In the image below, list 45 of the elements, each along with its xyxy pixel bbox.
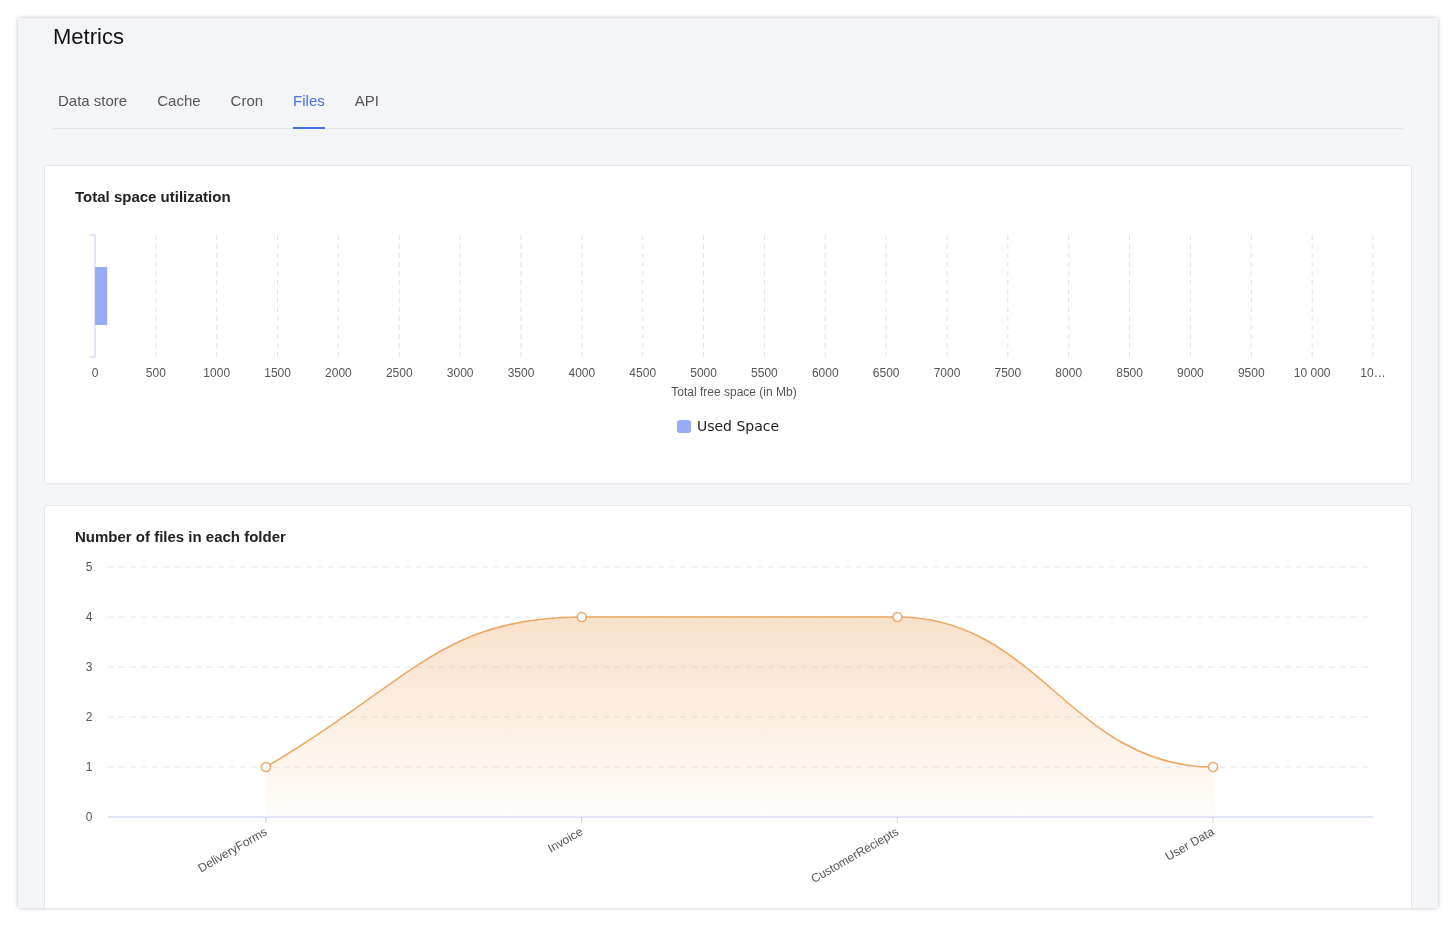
axis-tick-label: 4500 xyxy=(629,365,657,380)
axis-tick-label: User Data xyxy=(1162,823,1217,864)
tab[interactable]: Files xyxy=(293,90,325,129)
axis-tick-label: 0 xyxy=(91,365,99,380)
axis-tick-label: 5500 xyxy=(751,365,778,380)
axis-tick-label: 10 000 xyxy=(1293,365,1331,380)
used-space-bar xyxy=(95,266,108,325)
axis-tick-label: 10… xyxy=(1360,365,1386,380)
axis-tick-label: 1500 xyxy=(264,365,291,380)
axis-tick-label: 1000 xyxy=(203,365,231,380)
legend-label: Used Space xyxy=(696,416,780,436)
data-point xyxy=(260,761,272,772)
axis-tick-label: 9000 xyxy=(1177,365,1204,380)
card-title: Total space utilization xyxy=(75,186,232,207)
axis-tick-label: 8000 xyxy=(1055,365,1083,380)
axis-tick-label: 5000 xyxy=(690,365,717,380)
axis-tick-label: 6000 xyxy=(811,365,839,380)
tab[interactable]: Data store xyxy=(58,90,128,129)
axis-tick-label: 4 xyxy=(85,609,93,624)
axis-tick-label: 2000 xyxy=(325,365,352,380)
axis-tick-label: 9500 xyxy=(1237,365,1265,380)
axis-tick-label: 2500 xyxy=(385,365,413,380)
axis-tick-label: 6500 xyxy=(872,365,900,380)
axis-tick-label: 3000 xyxy=(446,365,474,380)
axis-tick-label: 3500 xyxy=(507,365,535,380)
axis-tick-label: 4000 xyxy=(568,365,596,380)
tab[interactable]: API xyxy=(354,90,379,129)
card-title: Number of files in each folder xyxy=(75,526,287,547)
axis-tick-label: 2 xyxy=(85,709,93,724)
axis-tick-label: 3 xyxy=(85,659,93,674)
axis-tick-label: 7000 xyxy=(933,365,961,380)
axis-tick-label: 0 xyxy=(85,809,93,824)
data-point xyxy=(1207,761,1219,772)
axis-tick-label: 7500 xyxy=(994,365,1022,380)
page-title: Metrics xyxy=(53,24,125,50)
axis-tick-label: 500 xyxy=(145,365,166,380)
axis-tick-label: 1 xyxy=(85,759,93,774)
tab[interactable]: Cron xyxy=(230,90,264,129)
x-axis-title: Total free space (in Mb) xyxy=(671,384,797,399)
axis-tick-label: 8500 xyxy=(1116,365,1143,380)
legend-swatch xyxy=(676,419,691,433)
tab[interactable]: Cache xyxy=(157,90,201,129)
axis-tick-label: 5 xyxy=(85,559,93,574)
data-point xyxy=(576,611,587,622)
data-point xyxy=(892,611,903,622)
